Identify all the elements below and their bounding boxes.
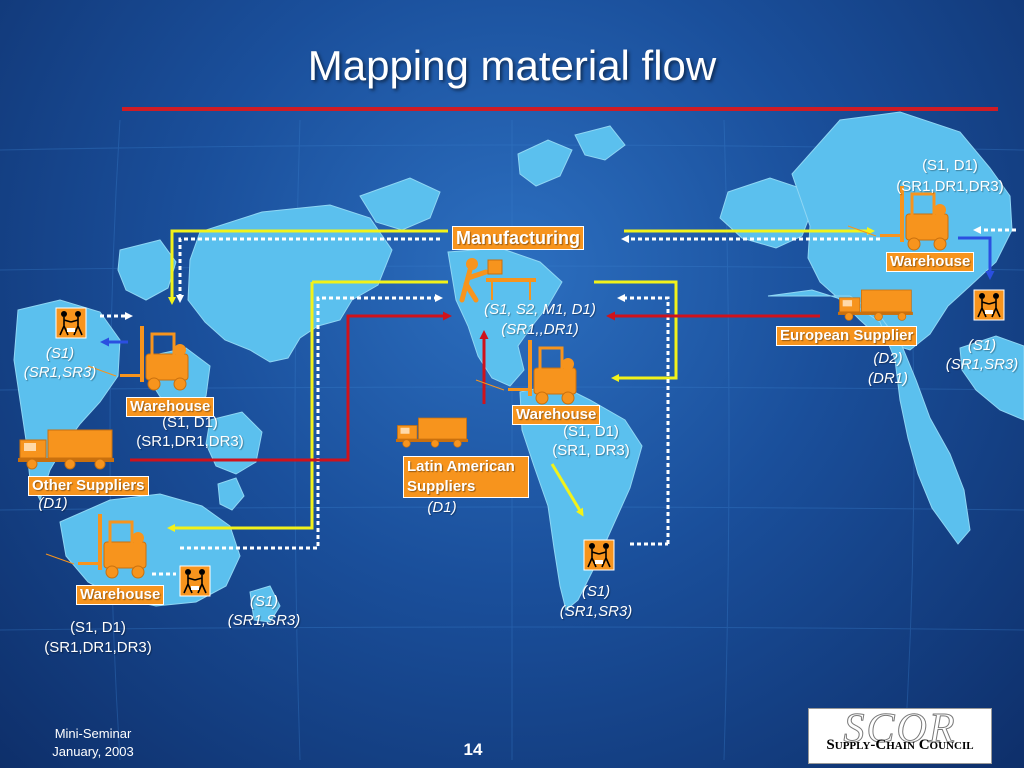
process-code-latin-american: (D1) [427, 499, 457, 516]
warehouse-label-southwest: Warehouse [76, 585, 165, 605]
process-code-east-customer-1: (S1) [967, 337, 997, 354]
process-code-south-customer-1: (S1) [581, 583, 611, 600]
process-code-west-warehouse-2: (SR1,DR1,DR3) [136, 433, 244, 450]
process-code-central-warehouse-1: (S1, D1) [563, 423, 619, 440]
latin-american-truck-icon [395, 417, 469, 448]
customer-handoff-icon-east [973, 289, 1005, 321]
process-code-west-customer-2: (SR1,SR3) [23, 364, 97, 381]
footer-event: Mini-Seminar [54, 726, 132, 741]
customer-handoff-icon-west [55, 307, 87, 339]
slide-title: Mapping material flow [307, 42, 717, 89]
process-code-european-supplier-1: (D2) [873, 350, 903, 367]
process-code-east-warehouse-1: (S1, D1) [922, 157, 978, 174]
logo-text: Supply-Chain Council [826, 737, 974, 753]
process-code-southwest-customer-2: (SR1,SR3) [227, 612, 301, 629]
process-code-southwest-warehouse-2: (SR1,DR1,DR3) [44, 639, 152, 656]
process-code-east-warehouse-2: (SR1,DR1,DR3) [896, 178, 1004, 195]
footer-date: January, 2003 [52, 744, 134, 759]
process-code-southwest-warehouse-1: (S1, D1) [70, 619, 126, 636]
process-code-central-warehouse-2: (SR1, DR3) [552, 442, 630, 459]
other-suppliers-label: Other Suppliers [28, 476, 149, 496]
process-code-west-warehouse-1: (S1, D1) [162, 414, 218, 431]
customer-handoff-icon-south [583, 539, 615, 571]
process-code-manufacturing-1: (S1, S2, M1, D1) [484, 301, 596, 318]
process-code-east-customer-2: (SR1,SR3) [945, 356, 1019, 373]
process-code-other-suppliers: (D1) [38, 495, 68, 512]
scor-logo: SCOR Supply-Chain Council [808, 706, 992, 764]
process-code-southwest-customer-1: (S1) [249, 593, 279, 610]
process-code-south-customer-2: (SR1,SR3) [559, 603, 633, 620]
process-code-european-supplier-2: (DR1) [868, 370, 908, 387]
european-supplier-label: European Supplier [776, 326, 918, 346]
process-code-west-customer-1: (S1) [45, 345, 75, 362]
customer-handoff-icon-southwest [179, 565, 211, 597]
manufacturing-label: Manufacturing [452, 226, 584, 250]
page-number: 14 [463, 740, 483, 759]
title-rule [122, 107, 998, 111]
latin-american-suppliers-label: Latin American Suppliers [403, 456, 529, 498]
process-code-manufacturing-2: (SR1,,DR1) [501, 321, 579, 338]
slide: Mapping material flow Manufacturing Ware… [0, 0, 1024, 768]
warehouse-label-east: Warehouse [886, 252, 975, 272]
